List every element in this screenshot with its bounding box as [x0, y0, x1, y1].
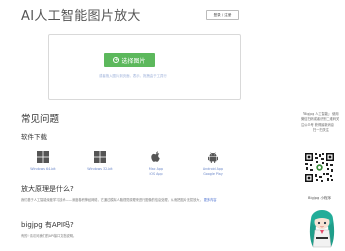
principle-title: 放大原理是什么? [21, 185, 74, 193]
side-intro: 「Bigjpg 人工智能」 使用微信扫码或者识别二维码关注公众号 获得最新消息 [301, 112, 340, 127]
login-register-button[interactable]: 登录 / 注册 [206, 10, 239, 20]
download-label: Windows 32-bit [87, 167, 113, 171]
apple-icon [151, 151, 160, 162]
windows-icon [94, 151, 106, 163]
principle-text: 我们基于人工智能深度学习技术——深度卷积神经网络，它通过模拟人脑视觉原理来进行图… [21, 198, 203, 202]
api-title: bigjpg 有API吗? [21, 221, 74, 229]
side-panel: 「Bigjpg 人工智能」 使用微信扫码或者识别二维码关注公众号 获得最新消息 … [301, 112, 341, 134]
mascot-image [309, 210, 335, 248]
upload-hint: 或者拖入图片到页面，表示，拖拽由于工具行 [99, 74, 167, 78]
side-follow: 扫一扫关注 [313, 128, 329, 133]
download-label-2: iOS App [149, 172, 163, 176]
faq-title: 常见问题 [21, 114, 60, 125]
download-windows-32[interactable]: Windows 32-bit [80, 150, 120, 172]
download-label: Windows 64-bit [30, 167, 56, 171]
download-windows-64[interactable]: Windows 64-bit [23, 150, 63, 172]
select-image-label: 选择图片 [121, 57, 146, 65]
mini-program-label: Bigjpg 小程序 [308, 196, 332, 200]
windows-icon [37, 151, 49, 163]
download-android[interactable]: Android App Google Play [193, 150, 233, 177]
upload-box[interactable]: + 选择图片 或者拖入图片到页面，表示，拖拽由于工具行 [48, 34, 241, 100]
select-image-button[interactable]: + 选择图片 [104, 53, 155, 67]
principle-more-link[interactable]: 更多内容 [204, 198, 217, 202]
android-icon [208, 152, 218, 163]
downloads-title: 软件下载 [21, 133, 47, 141]
qr-code-image [304, 152, 335, 183]
principle-paragraph: 我们基于人工智能深度学习技术——深度卷积神经网络，它通过模拟人脑视觉原理来进行图… [21, 197, 239, 203]
api-text: 有的! 请访问我们的API接口文档说明。 [21, 234, 77, 238]
site-title: AI人工智能图片放大 [21, 9, 141, 24]
plus-circle-icon: + [113, 56, 120, 63]
download-label-2: Google Play [203, 172, 223, 176]
download-mac-ios[interactable]: Mac App iOS App [136, 150, 176, 177]
